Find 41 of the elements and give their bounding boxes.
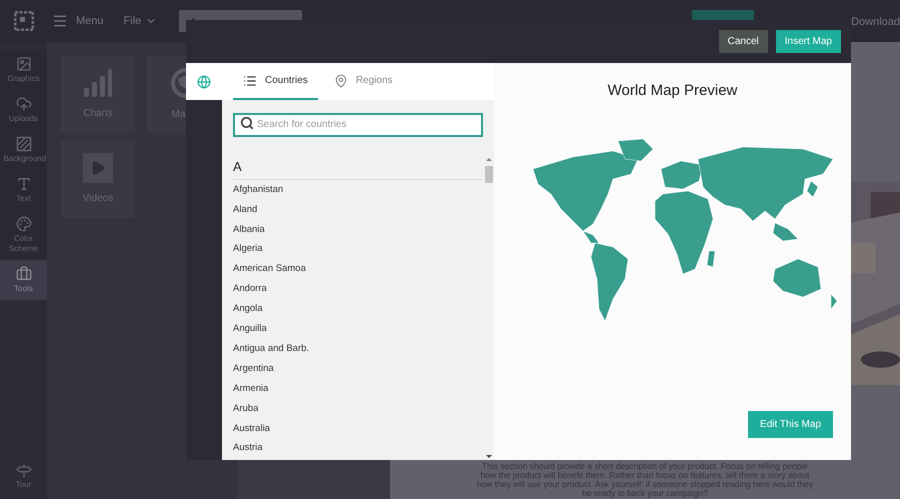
country-item[interactable]: Austria [233,438,483,458]
sidebar-label: Background [4,154,44,164]
palette-icon [16,216,32,232]
country-item[interactable]: Argentina [233,359,483,379]
hatched-square-icon [16,136,32,152]
list-icon [243,74,257,88]
preview-title: World Map Preview [608,81,738,101]
play-icon [83,153,113,183]
dialog-button[interactable]: Cancel [718,30,768,53]
country-item[interactable]: Antigua and Barb. [233,339,483,360]
cloud-upload-icon [16,96,32,112]
search-icon [240,116,254,130]
sidebar-label: Tools [13,284,34,294]
country-item[interactable]: Aruba [233,398,483,419]
tab[interactable]: Regions [324,63,403,100]
text-icon [16,176,32,192]
bar-chart-icon [83,68,113,98]
country-item[interactable]: Angola [233,299,483,320]
logo-icon [14,11,34,31]
country-item[interactable]: Anguilla [233,319,483,340]
globe-icon [197,74,211,88]
signpost-icon [16,463,32,479]
search-field[interactable]: Search for countries [233,112,483,136]
scroll-thumb[interactable] [484,166,492,182]
sidebar-label: Uploads [8,114,40,124]
country-item[interactable]: Afghanistan [233,180,483,200]
image-icon [16,56,32,72]
country-item[interactable]: Australia [233,418,483,439]
country-item[interactable]: Aland [233,200,483,220]
map-pin-icon [334,74,348,88]
menu-icon [52,13,68,29]
country-item[interactable]: Armenia [233,378,483,399]
sidebar-label: Text [15,194,32,204]
country-item[interactable]: American Samoa [233,260,483,280]
country-item[interactable]: Andorra [233,279,483,300]
sidebar-label: Color Scheme [8,234,40,254]
letter-heading: A [233,156,483,180]
toolbox-icon [16,266,32,282]
country-item[interactable]: Algeria [233,240,483,260]
sidebar-label: Graphics [6,74,40,84]
country-item[interactable]: Albania [233,220,483,240]
